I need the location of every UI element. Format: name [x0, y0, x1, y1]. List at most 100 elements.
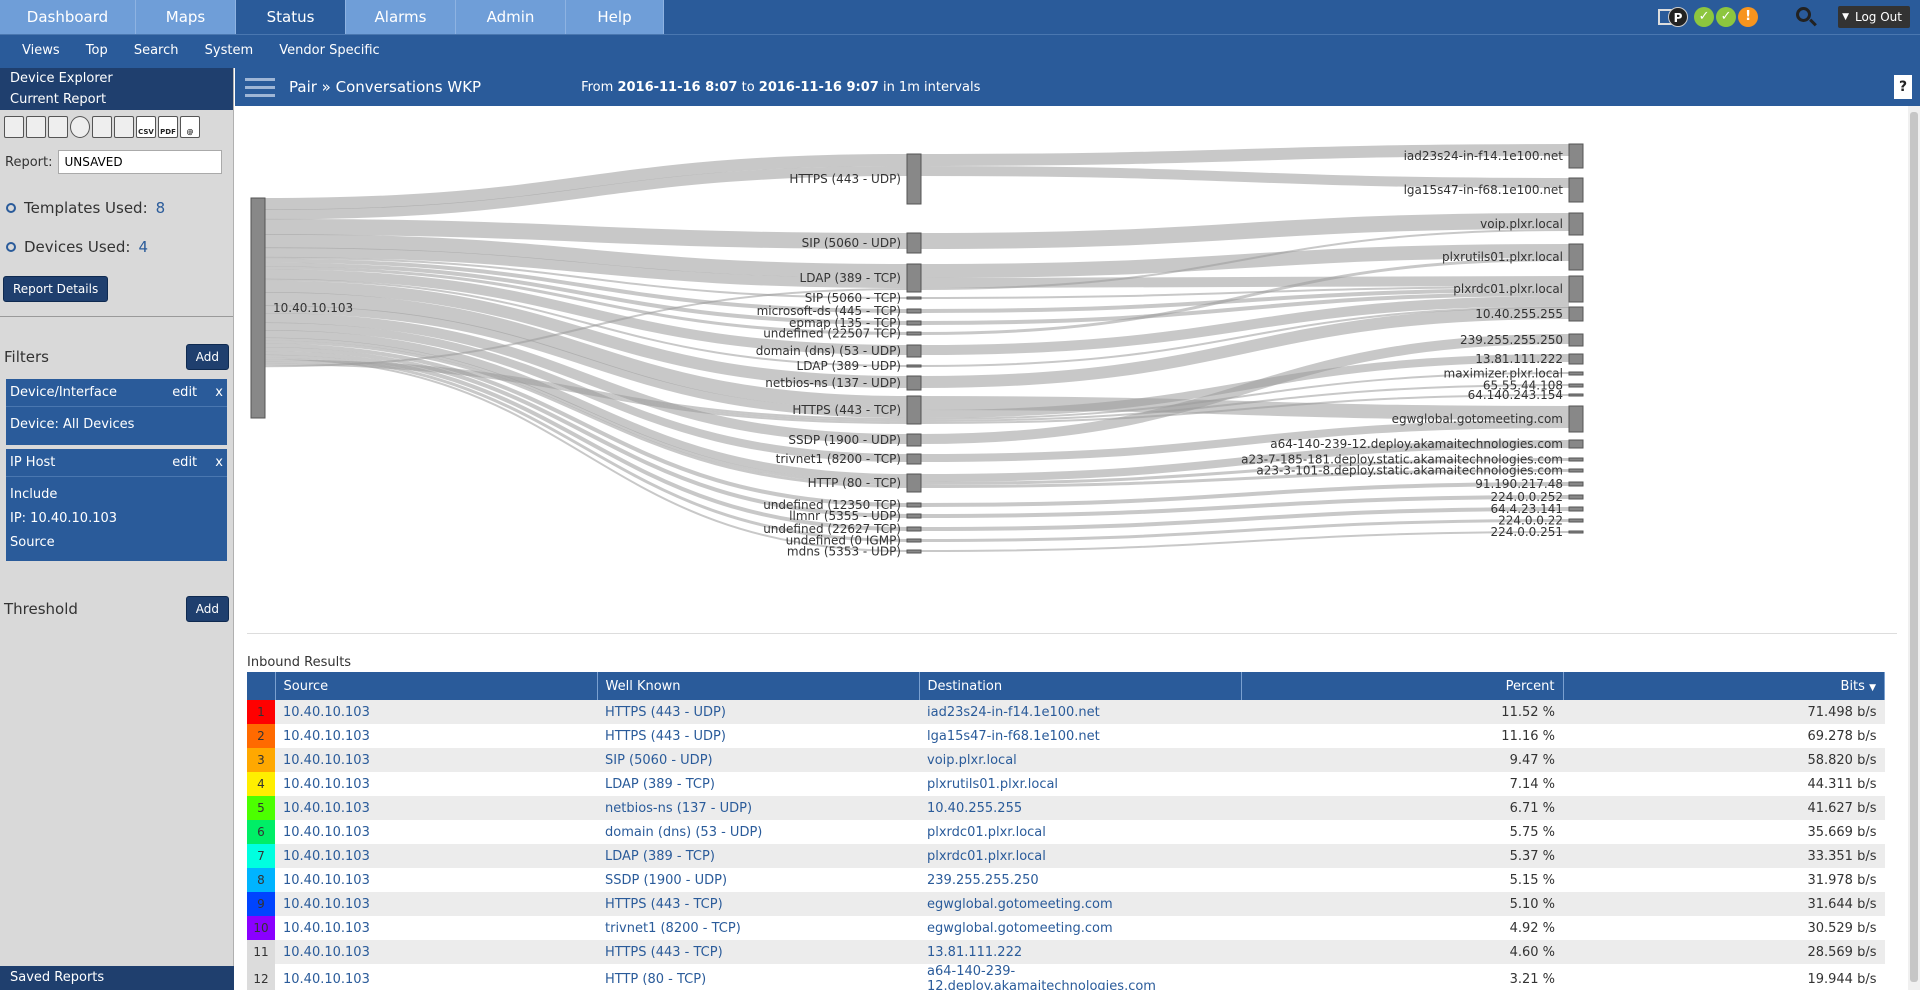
destination-cell[interactable]: 10.40.255.255	[919, 796, 1241, 820]
well-known-cell[interactable]: HTTPS (443 - TCP)	[597, 940, 919, 964]
status-warning-icon[interactable]: !	[1738, 7, 1759, 27]
sankey-destination-node[interactable]	[1568, 405, 1584, 433]
tab-admin[interactable]: Admin	[456, 0, 566, 34]
sankey-link[interactable]	[920, 495, 1570, 518]
tab-alarms[interactable]: Alarms	[346, 0, 456, 34]
table-row[interactable]: 10 10.40.10.103 trivnet1 (8200 - TCP) egwgl…	[247, 916, 1885, 940]
bits-column-header[interactable]: Bits ▼	[1563, 672, 1885, 700]
sankey-destination-node[interactable]	[1568, 439, 1584, 449]
table-row[interactable]: 6 10.40.10.103 domain (dns) (53 - UDP) plxr…	[247, 820, 1885, 844]
sankey-destination-node[interactable]	[1568, 212, 1584, 236]
templates-used-row[interactable]: Templates Used: 8	[0, 188, 233, 227]
destination-cell[interactable]: egwglobal.gotomeeting.com	[919, 916, 1241, 940]
sankey-middle-node[interactable]	[906, 502, 922, 508]
plixer-p-icon[interactable]: P	[1658, 6, 1690, 28]
sankey-destination-node[interactable]	[1568, 353, 1584, 365]
device-explorer-link[interactable]: Device Explorer	[0, 68, 233, 89]
subnav-views[interactable]: Views	[22, 35, 60, 67]
tab-dashboard[interactable]: Dashboard	[0, 0, 136, 34]
subnav-system[interactable]: System	[205, 35, 253, 67]
well-known-cell[interactable]: domain (dns) (53 - UDP)	[597, 820, 919, 844]
sankey-middle-node[interactable]	[906, 538, 922, 543]
csv-icon[interactable]: CSV	[136, 116, 156, 138]
sankey-destination-node[interactable]	[1568, 468, 1584, 473]
well-known-cell[interactable]: HTTPS (443 - TCP)	[597, 892, 919, 916]
sankey-destination-node[interactable]	[1568, 481, 1584, 487]
report-name-input[interactable]	[58, 150, 223, 174]
sankey-destination-node[interactable]	[1568, 393, 1584, 397]
source-cell[interactable]: 10.40.10.103	[275, 964, 597, 990]
sankey-middle-node[interactable]	[906, 549, 922, 554]
sankey-middle-node[interactable]	[906, 433, 922, 447]
table-row[interactable]: 12 10.40.10.103 HTTP (80 - TCP) a64-140-239…	[247, 964, 1885, 990]
sankey-destination-node[interactable]	[1568, 177, 1584, 203]
clock-icon[interactable]	[70, 116, 90, 138]
print-icon[interactable]	[114, 116, 134, 138]
remove-filter-button[interactable]: x	[215, 385, 223, 400]
table-row[interactable]: 5 10.40.10.103 netbios-ns (137 - UDP) 10.40…	[247, 796, 1885, 820]
well-known-cell[interactable]: LDAP (389 - TCP)	[597, 844, 919, 868]
table-row[interactable]: 9 10.40.10.103 HTTPS (443 - TCP) egwglobal.…	[247, 892, 1885, 916]
grid-icon[interactable]	[92, 116, 112, 138]
expand-plus-icon[interactable]	[6, 241, 16, 252]
add-filter-button[interactable]: Add	[185, 344, 229, 370]
source-cell[interactable]: 10.40.10.103	[275, 748, 597, 772]
sankey-destination-node[interactable]	[1568, 306, 1584, 322]
well-known-cell[interactable]: HTTPS (443 - UDP)	[597, 724, 919, 748]
tab-maps[interactable]: Maps	[136, 0, 236, 34]
tab-help[interactable]: Help	[566, 0, 664, 34]
search-icon[interactable]	[1790, 2, 1820, 32]
sankey-middle-node[interactable]	[906, 513, 922, 519]
well-known-cell[interactable]: SIP (5060 - UDP)	[597, 748, 919, 772]
well-known-cell[interactable]: LDAP (389 - TCP)	[597, 772, 919, 796]
table-row[interactable]: 11 10.40.10.103 HTTPS (443 - TCP) 13.81.111…	[247, 940, 1885, 964]
destination-cell[interactable]: egwglobal.gotomeeting.com	[919, 892, 1241, 916]
source-cell[interactable]: 10.40.10.103	[275, 724, 597, 748]
sankey-middle-node[interactable]	[906, 308, 922, 314]
sankey-destination-node[interactable]	[1568, 383, 1584, 388]
source-cell[interactable]: 10.40.10.103	[275, 940, 597, 964]
menu-icon[interactable]	[245, 76, 275, 98]
devices-used-row[interactable]: Devices Used: 4	[0, 227, 233, 266]
status-ok-icon[interactable]: ✓	[1694, 7, 1715, 27]
save-icon[interactable]	[26, 116, 46, 138]
well-known-cell[interactable]: HTTPS (443 - UDP)	[597, 700, 919, 724]
sankey-destination-node[interactable]	[1568, 506, 1584, 512]
sankey-middle-node[interactable]	[906, 296, 922, 300]
report-details-button[interactable]: Report Details	[3, 276, 109, 302]
expand-plus-icon[interactable]	[6, 202, 16, 213]
well-known-cell[interactable]: trivnet1 (8200 - TCP)	[597, 916, 919, 940]
sankey-destination-node[interactable]	[1568, 494, 1584, 500]
sankey-destination-node[interactable]	[1568, 275, 1584, 303]
source-cell[interactable]: 10.40.10.103	[275, 772, 597, 796]
logout-button[interactable]: ▼ Log Out	[1838, 6, 1910, 28]
sankey-link[interactable]	[920, 166, 1570, 188]
tab-status[interactable]: Status	[236, 0, 346, 34]
table-row[interactable]: 7 10.40.10.103 LDAP (389 - TCP) plxrdc01.pl…	[247, 844, 1885, 868]
sankey-link[interactable]	[920, 213, 1570, 249]
sankey-middle-node[interactable]	[906, 395, 922, 425]
table-row[interactable]: 4 10.40.10.103 LDAP (389 - TCP) plxrutils01…	[247, 772, 1885, 796]
sankey-link[interactable]	[920, 519, 1570, 542]
destination-cell[interactable]: a64-140-239-12.deploy.akamaitechnologies…	[919, 964, 1241, 990]
source-cell[interactable]: 10.40.10.103	[275, 820, 597, 844]
sankey-source-node[interactable]	[250, 197, 266, 419]
sankey-middle-node[interactable]	[906, 153, 922, 205]
well-known-cell[interactable]: SSDP (1900 - UDP)	[597, 868, 919, 892]
sankey-middle-node[interactable]	[906, 375, 922, 391]
well-known-cell[interactable]: netbios-ns (137 - UDP)	[597, 796, 919, 820]
status-ok-icon[interactable]: ✓	[1716, 7, 1737, 27]
sankey-middle-node[interactable]	[906, 320, 922, 326]
source-cell[interactable]: 10.40.10.103	[275, 700, 597, 724]
destination-cell[interactable]: lga15s47-in-f68.1e100.net	[919, 724, 1241, 748]
edit-filter-link[interactable]: edit	[172, 455, 197, 470]
source-cell[interactable]: 10.40.10.103	[275, 892, 597, 916]
saved-reports-bar[interactable]: Saved Reports	[0, 966, 234, 990]
destination-cell[interactable]: 13.81.111.222	[919, 940, 1241, 964]
percent-column-header[interactable]: Percent	[1241, 672, 1564, 700]
table-row[interactable]: 1 10.40.10.103 HTTPS (443 - UDP) iad23s24-i…	[247, 700, 1885, 724]
sankey-middle-node[interactable]	[906, 331, 922, 336]
destination-cell[interactable]: voip.plxr.local	[919, 748, 1241, 772]
sankey-middle-node[interactable]	[906, 526, 922, 532]
sankey-destination-node[interactable]	[1568, 371, 1584, 376]
